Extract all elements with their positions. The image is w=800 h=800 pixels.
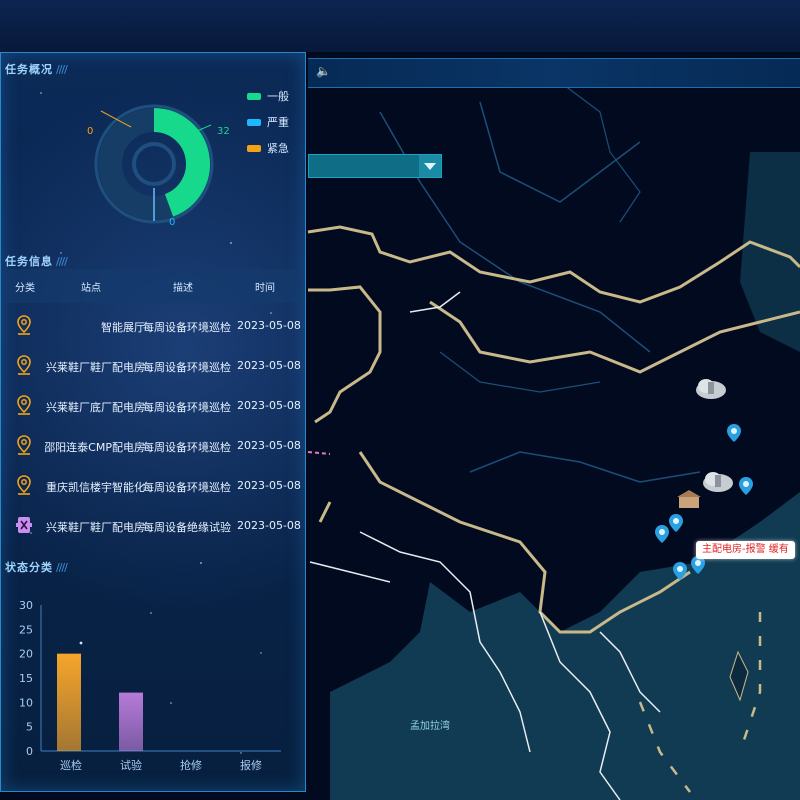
- x-tick-label: 抢修: [180, 758, 202, 772]
- row-time: 2023-05-08: [237, 479, 301, 492]
- table-row[interactable]: 邵阳连泰CMP配电房 每周设备环境巡检 2023-05-08: [3, 425, 303, 465]
- row-description: 每周设备环境巡检: [143, 361, 231, 374]
- legend-item-normal: 一般: [247, 83, 289, 109]
- inspection-pin-icon: [15, 475, 33, 495]
- y-tick-label: 5: [26, 721, 33, 734]
- inspection-pin-icon: [15, 395, 33, 415]
- status-bar-chart: 0 5 10 15 20 25 30 巡检 试验 抢修 报修: [19, 599, 281, 772]
- row-description: 每周设备环境巡检: [143, 441, 231, 454]
- top-header-band: [0, 0, 800, 52]
- table-row[interactable]: 兴莱鞋厂底厂配电房 每周设备环境巡检 2023-05-08: [3, 385, 303, 425]
- bar-试验[interactable]: [119, 692, 143, 751]
- row-site: 兴莱鞋厂底厂配电房: [46, 401, 145, 414]
- header-description: 描述: [173, 283, 193, 294]
- row-time: 2023-05-08: [237, 399, 301, 412]
- y-tick-label: 15: [19, 672, 33, 685]
- task-overview-title: 任务概况////: [5, 63, 68, 76]
- alarm-label[interactable]: 主配电房-报警 缓有: [696, 541, 795, 559]
- y-tick-label: 10: [19, 696, 33, 709]
- location-marker-icon[interactable]: [655, 525, 669, 543]
- sea-label: 孟加拉湾: [410, 721, 450, 732]
- task-overview-donut: [94, 104, 214, 224]
- x-tick-label: 巡检: [60, 758, 82, 772]
- x-tick-label: 报修: [240, 758, 262, 772]
- row-description: 每周设备环境巡检: [143, 401, 231, 414]
- legend-swatch-severe: [247, 118, 261, 126]
- inspection-pin-icon: [15, 315, 33, 335]
- row-site: 重庆凯信楼宇智能化: [46, 481, 145, 494]
- inspection-pin-icon: [15, 355, 33, 375]
- inspection-pin-icon: [15, 435, 33, 455]
- table-row[interactable]: 兴莱鞋厂鞋厂配电房 每周设备绝缘试验 2023-05-08: [3, 505, 303, 545]
- chevron-down-icon[interactable]: [419, 155, 441, 177]
- header-time: 时间: [255, 283, 275, 294]
- location-marker-icon[interactable]: [673, 562, 687, 580]
- station-cloud-icon[interactable]: [701, 469, 735, 493]
- legend-swatch-urgent: [247, 144, 261, 152]
- donut-legend: 一般 严重 紧急: [247, 83, 289, 161]
- y-tick-label: 0: [26, 745, 33, 758]
- donut-label-severe: 0: [169, 217, 176, 228]
- table-row[interactable]: 重庆凯信楼宇智能化 每周设备环境巡检 2023-05-08: [3, 465, 303, 505]
- row-description: 每周设备环境巡检: [143, 321, 231, 334]
- table-row[interactable]: 兴莱鞋厂鞋厂配电房 每周设备环境巡检 2023-05-08: [3, 345, 303, 385]
- table-row[interactable]: 智能展厅 每周设备环境巡检 2023-05-08: [3, 305, 303, 345]
- row-time: 2023-05-08: [237, 519, 301, 532]
- y-tick-label: 20: [19, 648, 33, 661]
- station-cloud-icon[interactable]: [694, 376, 728, 400]
- bar-巡检[interactable]: [57, 653, 81, 751]
- header-category: 分类: [15, 283, 35, 294]
- header-site: 站点: [81, 283, 101, 294]
- legend-item-urgent: 紧急: [247, 135, 289, 161]
- task-table-header: 分类 站点 描述 时间: [3, 269, 303, 303]
- test-device-icon: [15, 515, 33, 535]
- donut-inner-ring: [132, 142, 176, 186]
- row-site: 兴莱鞋厂鞋厂配电房: [46, 361, 145, 374]
- donut-label-normal: 32: [217, 126, 230, 137]
- donut-label-urgent: 0: [87, 126, 94, 137]
- row-site: 兴莱鞋厂鞋厂配电房: [46, 521, 145, 534]
- left-panel: 任务概况//// 0 32 0 一般 严重 紧急 任务信息//// 分类 站点 …: [0, 52, 306, 792]
- y-tick-label: 25: [19, 623, 33, 636]
- row-site: 智能展厅: [101, 321, 145, 334]
- legend-swatch-normal: [247, 92, 261, 100]
- row-description: 每周设备绝缘试验: [143, 521, 231, 534]
- row-time: 2023-05-08: [237, 439, 301, 452]
- row-time: 2023-05-08: [237, 359, 301, 372]
- donut-normal-arc: [153, 108, 210, 217]
- row-site: 邵阳连泰CMP配电房: [45, 441, 145, 454]
- region-select[interactable]: [308, 154, 442, 178]
- row-time: 2023-05-08: [237, 319, 301, 332]
- x-tick-label: 试验: [120, 758, 142, 772]
- location-marker-icon[interactable]: [727, 424, 741, 442]
- map-toolbar: [308, 58, 800, 88]
- legend-item-severe: 严重: [247, 109, 289, 135]
- location-marker-icon[interactable]: [669, 514, 683, 532]
- location-marker-icon[interactable]: [739, 477, 753, 495]
- station-house-icon[interactable]: [676, 490, 702, 510]
- y-tick-label: 30: [19, 599, 33, 612]
- row-description: 每周设备环境巡检: [143, 481, 231, 494]
- status-class-title: 状态分类////: [5, 561, 68, 574]
- speaker-icon[interactable]: 🔈: [316, 64, 331, 78]
- task-info-title: 任务信息////: [5, 255, 68, 268]
